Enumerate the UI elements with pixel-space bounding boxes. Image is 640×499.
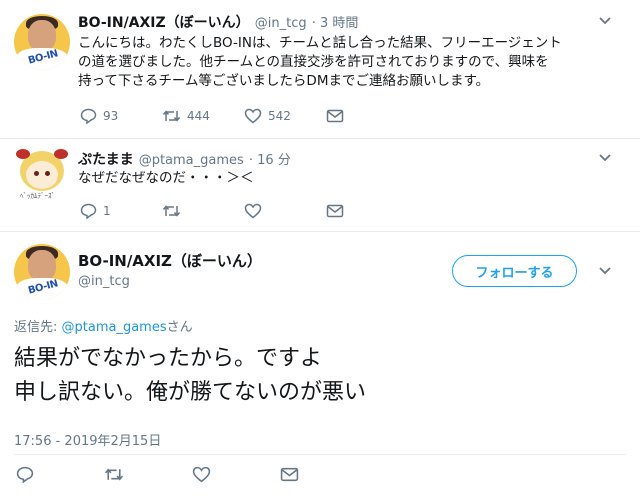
avatar-bow xyxy=(54,149,68,159)
avatar[interactable]: BO-IN xyxy=(14,14,70,70)
retweet-button[interactable]: 444 xyxy=(162,109,244,123)
envelope-icon xyxy=(326,204,344,218)
tweet-timestamp[interactable]: 17:56 - 2019年2月15日 xyxy=(14,430,161,449)
avatar-bow xyxy=(16,149,30,159)
tweet-ptama-reply[interactable]: ﾍﾞｯｶﾑﾃﾞｰｽﾞ ぷたまま @ptama_games · 16 分 なぜだな… xyxy=(0,139,640,231)
dm-button[interactable] xyxy=(280,467,368,482)
tweet-actions: 1 xyxy=(80,203,408,219)
divider xyxy=(14,454,626,455)
reply-prefix: 返信先: xyxy=(14,320,62,335)
like-count: 542 xyxy=(268,109,291,123)
tweet-actions: 93 444 542 xyxy=(80,108,408,124)
user-handle[interactable]: @ptama_games xyxy=(139,153,244,168)
follow-button[interactable]: フォローする xyxy=(452,255,577,287)
tweet-text: こんにちは。わたくしBO-INは、チームと話し合った結果、フリーエージェント の… xyxy=(78,34,633,91)
reply-to-link[interactable]: @ptama_games xyxy=(62,320,167,335)
heart-icon xyxy=(192,466,211,483)
retweet-button[interactable] xyxy=(162,204,244,218)
retweet-icon xyxy=(162,110,181,122)
chevron-down-icon[interactable] xyxy=(598,266,612,276)
envelope-icon xyxy=(280,467,299,482)
reply-context: 返信先: @ptama_gamesさん xyxy=(14,316,193,335)
like-button[interactable] xyxy=(244,203,326,219)
tweet-time[interactable]: · 3 時間 xyxy=(312,16,359,31)
like-button[interactable] xyxy=(192,466,280,483)
envelope-icon xyxy=(326,109,344,123)
retweet-count: 444 xyxy=(187,109,210,123)
tweet-text-line: こんにちは。わたくしBO-INは、チームと話し合った結果、フリーエージェント xyxy=(78,35,562,51)
dm-button[interactable] xyxy=(326,204,408,218)
display-name[interactable]: ぷたまま xyxy=(78,152,134,168)
tweet-text-line: 持って下さるチーム等ございましたらDMまでご連絡お願いします。 xyxy=(78,73,490,89)
retweet-icon xyxy=(162,205,181,217)
main-tweet-actions xyxy=(16,466,368,483)
reply-icon xyxy=(80,108,97,124)
reply-count: 1 xyxy=(103,204,111,218)
tweet-time[interactable]: · 16 分 xyxy=(249,153,291,168)
heart-icon xyxy=(244,203,262,219)
avatar-face xyxy=(26,161,58,189)
reply-button[interactable]: 1 xyxy=(80,203,162,219)
retweet-button[interactable] xyxy=(104,467,192,482)
divider xyxy=(0,231,640,232)
avatar-eye xyxy=(45,171,50,176)
reply-count: 93 xyxy=(103,109,119,123)
reply-button[interactable]: 93 xyxy=(80,108,162,124)
display-name[interactable]: BO-IN/AXIZ（ぼーいん） xyxy=(78,15,250,31)
tweet-boin-announcement[interactable]: BO-IN BO-IN/AXIZ（ぼーいん） @in_tcg · 3 時間 こん… xyxy=(0,0,640,138)
tweet-text: なぜだなぜなのだ・・・＞＜ xyxy=(78,170,254,186)
main-tweet-text: 結果がでなかったから。ですよ 申し訳ない。俺が勝てないのが悪い xyxy=(14,342,366,410)
chevron-down-icon[interactable] xyxy=(598,153,612,163)
main-user-handle[interactable]: @in_tcg xyxy=(78,274,130,289)
avatar-eye xyxy=(34,171,39,176)
avatar-caption: ﾍﾞｯｶﾑﾃﾞｰｽﾞ xyxy=(20,192,55,200)
main-tweet-line: 結果がでなかったから。ですよ xyxy=(14,346,323,371)
reply-suffix: さん xyxy=(166,320,193,335)
heart-icon xyxy=(244,108,262,124)
main-tweet-line: 申し訳ない。俺が勝てないのが悪い xyxy=(14,380,367,405)
reply-button[interactable] xyxy=(16,466,104,483)
reply-icon xyxy=(80,203,97,219)
avatar[interactable]: ﾍﾞｯｶﾑﾃﾞｰｽﾞ xyxy=(14,147,70,203)
dm-button[interactable] xyxy=(326,109,408,123)
reply-icon xyxy=(16,466,34,483)
tweet-text-line: の道を選びました。他チームとの直接交渉を許可されておりますので、興味を xyxy=(78,54,549,70)
user-handle[interactable]: @in_tcg xyxy=(255,16,307,31)
chevron-down-icon[interactable] xyxy=(598,16,612,26)
retweet-icon xyxy=(104,468,124,481)
main-display-name[interactable]: BO-IN/AXIZ（ぼーいん） xyxy=(78,250,262,271)
like-button[interactable]: 542 xyxy=(244,108,326,124)
main-avatar[interactable]: BO-IN xyxy=(14,244,70,300)
